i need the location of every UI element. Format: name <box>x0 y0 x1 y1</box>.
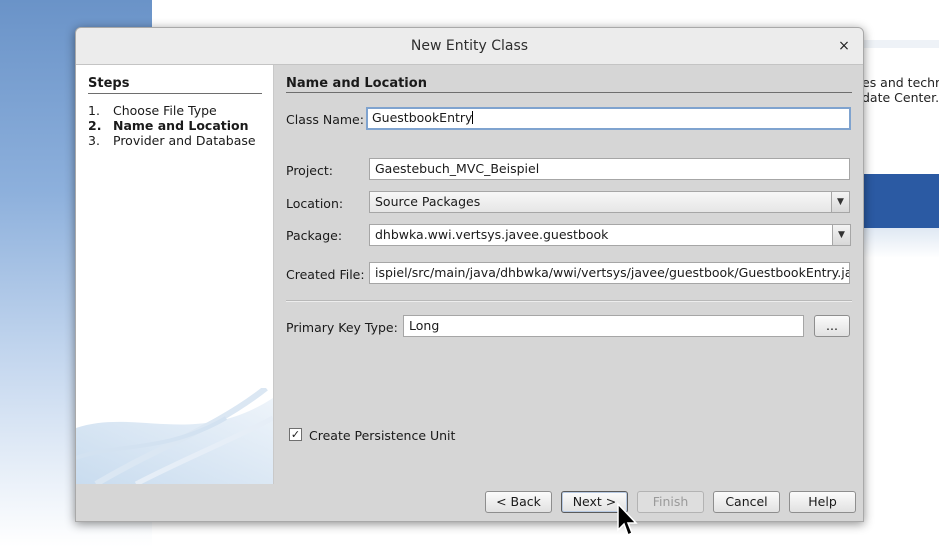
chevron-down-icon[interactable]: ▼ <box>832 225 850 245</box>
wizard-decoration-graphic <box>76 388 273 484</box>
create-persistence-unit-label[interactable]: Create Persistence Unit <box>309 428 455 443</box>
text-caret <box>472 111 474 124</box>
class-name-input[interactable]: GuestbookEntry <box>366 107 851 130</box>
steps-list: 1. Choose File Type 2. Name and Location 3… <box>88 103 256 148</box>
class-name-label: Class Name: <box>286 112 364 127</box>
background-fade <box>862 228 939 258</box>
steps-title: Steps <box>88 76 262 94</box>
project-field: Gaestebuch_MVC_Beispiel <box>369 158 850 180</box>
step-number: 2. <box>88 118 102 133</box>
steps-panel: Steps 1. Choose File Type 2. Name and Loca… <box>76 65 274 484</box>
created-file-field: ispiel/src/main/java/dhbwka/wwi/vertsys/… <box>369 262 850 284</box>
location-label: Location: <box>286 196 344 211</box>
project-label: Project: <box>286 163 333 178</box>
location-dropdown[interactable]: Source Packages ▼ <box>369 191 850 213</box>
cancel-button[interactable]: Cancel <box>713 491 780 513</box>
package-label: Package: <box>286 228 343 243</box>
primary-key-type-input[interactable]: Long <box>403 315 804 337</box>
create-persistence-unit-checkbox[interactable]: ✓ <box>289 428 302 441</box>
back-button[interactable]: < Back <box>485 491 552 513</box>
class-name-value: GuestbookEntry <box>372 110 473 125</box>
step-number: 1. <box>88 103 100 118</box>
mouse-pointer-icon <box>617 502 638 537</box>
package-value[interactable]: dhbwka.wwi.vertsys.javee.guestbook <box>375 225 608 245</box>
dialog-titlebar[interactable]: New Entity Class × <box>76 28 863 65</box>
background-text-line: date Center. <box>862 90 939 105</box>
close-icon[interactable]: × <box>835 37 853 55</box>
background-divider <box>862 40 939 48</box>
finish-button[interactable]: Finish <box>637 491 704 513</box>
primary-key-type-label: Primary Key Type: <box>286 320 398 335</box>
step-label: Provider and Database <box>113 133 256 148</box>
section-title: Name and Location <box>286 76 852 93</box>
step-label: Name and Location <box>113 118 249 133</box>
step-label: Choose File Type <box>113 103 217 118</box>
step-item-name-and-location: 2. Name and Location <box>88 118 256 133</box>
dialog-button-bar: < Back Next > Finish Cancel Help <box>76 484 863 521</box>
step-item-choose-file-type: 1. Choose File Type <box>88 103 256 118</box>
form-separator <box>286 300 852 302</box>
location-value: Source Packages <box>375 194 481 209</box>
background-banner <box>862 174 939 228</box>
created-file-label: Created File: <box>286 267 365 282</box>
chevron-down-icon[interactable]: ▼ <box>831 192 849 212</box>
new-entity-class-dialog: New Entity Class × Steps 1. Choose File T… <box>75 27 864 522</box>
browse-primary-key-button[interactable]: ... <box>814 315 850 337</box>
step-item-provider-and-database: 3. Provider and Database <box>88 133 256 148</box>
wizard-main-panel: Name and Location Class Name: GuestbookE… <box>286 65 852 484</box>
package-combobox[interactable]: dhbwka.wwi.vertsys.javee.guestbook ▼ <box>369 224 851 246</box>
background-page-text: es and techr date Center. <box>862 75 939 105</box>
help-button[interactable]: Help <box>789 491 856 513</box>
step-number: 3. <box>88 133 100 148</box>
background-text-line: es and techr <box>862 75 939 90</box>
dialog-title: New Entity Class <box>410 38 529 54</box>
